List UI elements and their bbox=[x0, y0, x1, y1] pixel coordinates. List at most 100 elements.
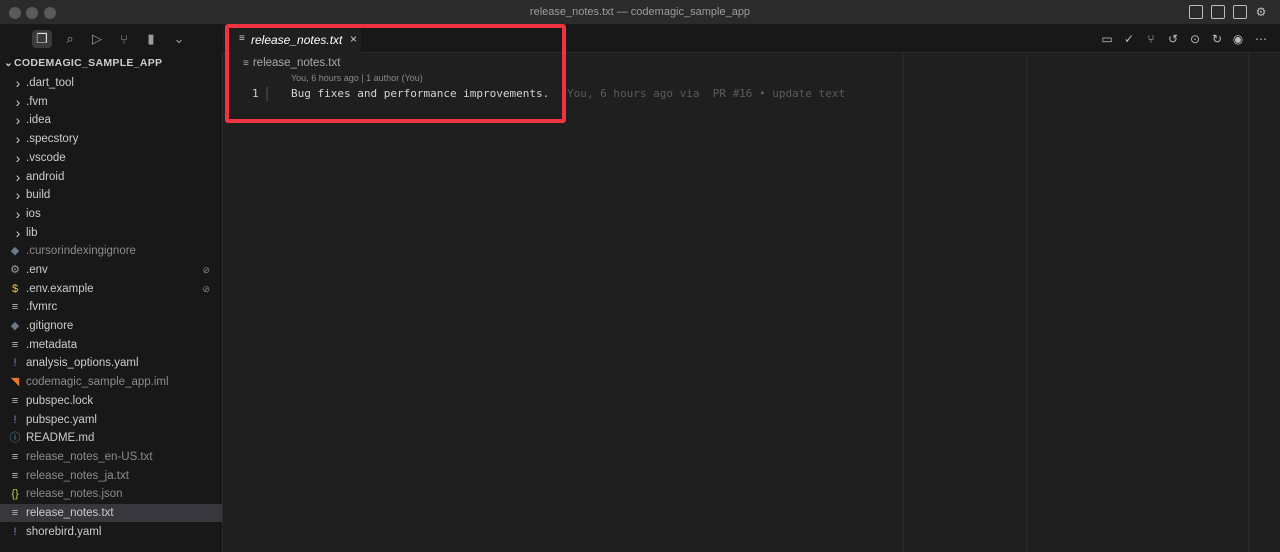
file-item[interactable]: ≡ release_notes_en-US.txt bbox=[0, 448, 222, 466]
file-type-icon: ⚙ bbox=[10, 264, 20, 276]
source-control-icon[interactable]: ⑂ bbox=[114, 30, 134, 48]
file-type-icon: ◆ bbox=[10, 320, 20, 332]
file-item[interactable]: {} release_notes.json bbox=[0, 485, 222, 503]
explorer-sidebar: ⌄CODEMAGIC_SAMPLE_APP › .dart_tool › .fvm ›.… bbox=[0, 53, 223, 552]
folder-label: .fvm bbox=[26, 96, 48, 108]
file-item[interactable]: ◆ .cursorindexingignore bbox=[0, 242, 222, 260]
file-label: codemagic_sample_app.iml bbox=[26, 376, 169, 388]
comment-icon[interactable]: ▭ bbox=[1100, 32, 1114, 46]
folder-item[interactable]: › .idea bbox=[0, 111, 222, 129]
folder-item[interactable]: › lib bbox=[0, 224, 222, 242]
folder-label: .specstory bbox=[26, 133, 79, 145]
file-type-icon: ≡ bbox=[11, 395, 19, 407]
workspace-title: CODEMAGIC_SAMPLE_APP bbox=[14, 57, 163, 69]
files-icon[interactable]: ❐ bbox=[32, 30, 52, 48]
file-item[interactable]: ◆ .gitignore bbox=[0, 317, 222, 335]
file-type-icon: ! bbox=[13, 414, 17, 426]
file-label: .fvmrc bbox=[26, 301, 58, 313]
chevron-right-icon: › bbox=[15, 169, 21, 185]
ignored-badge: ⊘ bbox=[202, 284, 210, 294]
file-item[interactable]: ◥ codemagic_sample_app.iml bbox=[0, 373, 222, 391]
more-icon[interactable]: ⋯ bbox=[1254, 32, 1268, 46]
file-type-icon: ⓘ bbox=[9, 432, 21, 444]
file-item[interactable]: ≡ pubspec.lock bbox=[0, 392, 222, 410]
search-icon[interactable]: ⌕ bbox=[60, 30, 80, 48]
folder-label: .idea bbox=[26, 114, 51, 126]
folder-item[interactable]: › .dart_tool bbox=[0, 74, 222, 92]
folder-label: ios bbox=[26, 208, 41, 220]
explorer-header[interactable]: ⌄CODEMAGIC_SAMPLE_APP bbox=[4, 57, 162, 69]
file-type-icon: $ bbox=[11, 283, 19, 295]
chevron-down-icon[interactable]: ⌄ bbox=[169, 30, 189, 48]
file-label: .gitignore bbox=[26, 320, 74, 332]
title-bar: release_notes.txt — codemagic_sample_app… bbox=[0, 0, 1280, 25]
file-item[interactable]: ≡ .metadata bbox=[0, 336, 222, 354]
git-forward-icon[interactable]: ↻ bbox=[1210, 32, 1224, 46]
file-item[interactable]: ≡ .fvmrc bbox=[0, 298, 222, 316]
gear-icon[interactable]: ⚙ bbox=[1254, 5, 1268, 19]
file-item[interactable]: ⚙ .env ⊘ bbox=[0, 261, 222, 279]
file-label: release_notes_ja.txt bbox=[26, 470, 129, 482]
chevron-right-icon: › bbox=[15, 75, 21, 91]
file-label: .metadata bbox=[26, 339, 78, 351]
chevron-right-icon: › bbox=[15, 150, 21, 166]
file-type-icon: ≡ bbox=[11, 301, 19, 313]
folder-item[interactable]: › ios bbox=[0, 205, 222, 223]
file-item[interactable]: ≡ release_notes.txt bbox=[0, 504, 222, 522]
chevron-right-icon: › bbox=[15, 187, 21, 203]
file-type-icon: ◥ bbox=[10, 376, 20, 388]
chevron-right-icon: › bbox=[15, 225, 21, 241]
git-compare-icon[interactable]: ↺ bbox=[1166, 32, 1180, 46]
indent-guide bbox=[903, 53, 904, 552]
file-item[interactable]: ! shorebird.yaml bbox=[0, 523, 222, 541]
chevron-right-icon: › bbox=[15, 94, 21, 110]
file-item[interactable]: ! pubspec.yaml bbox=[0, 411, 222, 429]
git-commit-icon[interactable]: ⊙ bbox=[1188, 32, 1202, 46]
indent-guide bbox=[1248, 53, 1249, 552]
chevron-right-icon: › bbox=[15, 131, 21, 147]
folder-item[interactable]: › android bbox=[0, 168, 222, 186]
folder-label: build bbox=[26, 189, 51, 201]
folder-item[interactable]: › build bbox=[0, 186, 222, 204]
book-icon[interactable]: ▮ bbox=[141, 30, 161, 48]
pull-request-icon[interactable]: ⑂ bbox=[1144, 32, 1158, 46]
editor[interactable]: ≡ release_notes.txt You, 6 hours ago | 1 … bbox=[224, 53, 1280, 552]
file-type-icon: ◆ bbox=[10, 245, 20, 257]
chevron-right-icon: › bbox=[15, 206, 21, 222]
file-label: release_notes.json bbox=[26, 488, 123, 500]
file-label: .env bbox=[26, 264, 48, 276]
ignored-badge: ⊘ bbox=[202, 265, 210, 275]
toggle-panel-icon[interactable] bbox=[1211, 5, 1225, 19]
inline-blame: You, 6 hours ago via PR #16 • update tex… bbox=[567, 87, 846, 100]
chevron-down-icon: ⌄ bbox=[4, 57, 14, 69]
file-item[interactable]: ! analysis_options.yaml bbox=[0, 354, 222, 372]
toggle-sidebar-icon[interactable] bbox=[1189, 5, 1203, 19]
git-graph-icon[interactable]: ◉ bbox=[1231, 32, 1245, 46]
highlight-box bbox=[225, 24, 566, 123]
file-label: README.md bbox=[26, 432, 95, 444]
file-type-icon: ! bbox=[13, 526, 17, 538]
folder-item[interactable]: › .specstory bbox=[0, 130, 222, 148]
file-type-icon: ≡ bbox=[11, 470, 19, 482]
file-type-icon: {} bbox=[11, 488, 19, 500]
folder-label: .vscode bbox=[26, 152, 66, 164]
file-item[interactable]: ≡ release_notes_ja.txt bbox=[0, 467, 222, 485]
file-label: pubspec.yaml bbox=[26, 414, 97, 426]
file-type-icon: ! bbox=[13, 357, 17, 369]
window-title: release_notes.txt — codemagic_sample_app bbox=[529, 6, 751, 18]
file-item[interactable]: $ .env.example ⊘ bbox=[0, 280, 222, 298]
toggle-secondary-sidebar-icon[interactable] bbox=[1233, 5, 1247, 19]
activity-bar: ❐ ⌕ ▷ ⑂ ▮ ⌄ bbox=[0, 25, 223, 53]
check-circle-icon[interactable]: ✓ bbox=[1122, 32, 1136, 46]
folder-item[interactable]: › .fvm bbox=[0, 93, 222, 111]
folder-label: lib bbox=[26, 227, 38, 239]
indent-guide bbox=[1026, 53, 1027, 552]
file-item[interactable]: ⓘ README.md bbox=[0, 429, 222, 447]
run-debug-icon[interactable]: ▷ bbox=[87, 30, 107, 48]
file-type-icon: ≡ bbox=[11, 451, 19, 463]
file-label: pubspec.lock bbox=[26, 395, 94, 407]
file-label: release_notes_en-US.txt bbox=[26, 451, 153, 463]
folder-item[interactable]: › .vscode bbox=[0, 149, 222, 167]
folder-label: .dart_tool bbox=[26, 77, 74, 89]
file-label: .cursorindexingignore bbox=[26, 245, 136, 257]
